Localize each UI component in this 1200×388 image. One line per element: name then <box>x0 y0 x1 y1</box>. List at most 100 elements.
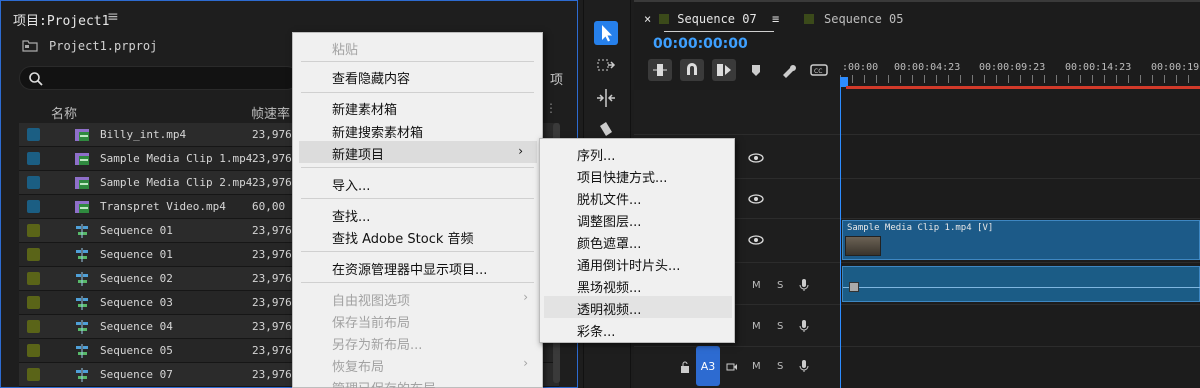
render-status-bar <box>846 86 1200 89</box>
menu-item-label: 查找... <box>332 210 371 225</box>
tab-label: Sequence 07 <box>677 12 757 26</box>
column-header-name[interactable]: 名称 <box>51 103 77 122</box>
solo-button[interactable]: S <box>777 361 783 372</box>
playhead-line[interactable] <box>840 86 841 388</box>
label-color-swatch[interactable] <box>27 248 40 261</box>
context-menu-item[interactable]: 查找 Adobe Stock 音频 <box>293 225 542 247</box>
item-name: Sequence 05 <box>100 344 173 357</box>
menu-separator <box>301 167 534 168</box>
tab-sequence-05[interactable]: Sequence 05 <box>804 12 903 26</box>
item-frame-rate: 23,976 <box>252 368 292 381</box>
context-menu-item[interactable]: 查看隐藏内容 <box>293 65 542 87</box>
menu-item-label: 自由视图选项 <box>332 294 411 309</box>
linked-selection-button[interactable] <box>712 59 736 81</box>
submenu-item[interactable]: 透明视频... <box>544 296 732 318</box>
context-menu-item[interactable]: 导入... <box>293 172 542 194</box>
captions-icon[interactable]: CC <box>810 62 828 78</box>
label-color-swatch[interactable] <box>27 176 40 189</box>
track-label: A3 <box>700 360 716 373</box>
eye-icon[interactable] <box>748 235 764 245</box>
insert-nest-button[interactable] <box>648 59 672 81</box>
video-clip-icon <box>75 201 89 213</box>
label-color-swatch[interactable] <box>27 200 40 213</box>
label-color-swatch[interactable] <box>27 368 40 381</box>
eye-icon[interactable] <box>748 153 764 163</box>
menu-item-label: 新建素材箱 <box>332 103 398 118</box>
label-color-swatch[interactable] <box>27 296 40 309</box>
item-name: Sample Media Clip 2.mp4 <box>100 176 253 189</box>
submenu-item[interactable]: 颜色遮罩... <box>540 230 734 252</box>
context-menu-item[interactable]: 新建素材箱 <box>293 96 542 118</box>
menu-item-label: 恢复布局 <box>332 360 385 375</box>
menu-item-label: 脱机文件... <box>577 193 642 208</box>
selection-tool-button[interactable] <box>594 21 618 45</box>
submenu-item[interactable]: 脱机文件... <box>540 186 734 208</box>
add-marker-icon[interactable] <box>747 62 765 78</box>
solo-button[interactable]: S <box>777 321 783 332</box>
label-color-swatch[interactable] <box>27 152 40 165</box>
project-tab-bar: 项目:Project1 ≡ <box>1 1 577 35</box>
snap-button[interactable] <box>680 59 704 81</box>
submenu-item[interactable]: 通用倒计时片头... <box>540 252 734 274</box>
column-header-frame-rate[interactable]: 帧速率 <box>251 103 290 122</box>
menu-item-label: 序列... <box>577 149 616 164</box>
solo-button[interactable]: S <box>777 280 783 291</box>
column-options-icon[interactable]: ⋮ <box>545 101 557 115</box>
time-ruler[interactable]: :00:00 00:00:04:23 00:00:09:23 00:00:14:… <box>840 59 1200 89</box>
item-frame-rate: 23,976 <box>252 296 292 309</box>
cursor-arrow-icon <box>602 25 612 42</box>
context-menu-item[interactable]: 查找... <box>293 203 542 225</box>
context-menu-item: 管理已保存的布局... <box>293 375 542 388</box>
ripple-edit-tool-button[interactable] <box>594 86 618 110</box>
wrench-icon[interactable] <box>780 62 798 78</box>
eye-icon[interactable] <box>748 194 764 204</box>
menu-item-label: 通用倒计时片头... <box>577 259 681 274</box>
panel-menu-icon[interactable]: ≡ <box>107 9 119 25</box>
sequence-icon <box>76 320 88 334</box>
project-panel-title[interactable]: 项目:Project1 <box>13 10 109 29</box>
audio-keyframe[interactable] <box>849 282 859 292</box>
label-color-swatch[interactable] <box>27 344 40 357</box>
timeline-audio-clip[interactable] <box>842 266 1200 302</box>
label-color-swatch[interactable] <box>27 128 40 141</box>
mute-button[interactable]: M <box>752 280 761 291</box>
label-color-swatch[interactable] <box>27 272 40 285</box>
microphone-icon[interactable] <box>799 359 809 373</box>
context-menu-item[interactable]: 新建项目 › <box>299 141 537 163</box>
close-tab-icon[interactable]: × <box>644 12 651 26</box>
sequence-color-swatch <box>804 14 814 24</box>
submenu-item[interactable]: 项目快捷方式... <box>540 164 734 186</box>
item-name: Sequence 01 <box>100 248 173 261</box>
video-clip-icon <box>75 177 89 189</box>
magnet-icon <box>687 63 697 75</box>
track-select-tool-button[interactable] <box>594 54 618 78</box>
context-menu-item: 另存为新布局... <box>293 331 542 353</box>
sequence-icon <box>76 344 88 358</box>
item-name: Sample Media Clip 1.mp4 <box>100 152 253 165</box>
label-color-swatch[interactable] <box>27 224 40 237</box>
context-menu-item[interactable]: 新建搜索素材箱 <box>293 119 542 141</box>
mute-button[interactable]: M <box>752 321 761 332</box>
linked-selection-icon <box>717 64 731 76</box>
label-color-swatch[interactable] <box>27 320 40 333</box>
submenu-item[interactable]: 调整图层... <box>540 208 734 230</box>
timeline-video-clip[interactable]: Sample Media Clip 1.mp4 [V] <box>842 220 1200 260</box>
lock-icon[interactable] <box>680 360 690 374</box>
project-search-input[interactable] <box>19 66 299 90</box>
context-menu-item[interactable]: 在资源管理器中显示项目... <box>293 256 542 278</box>
item-frame-rate: 23,976 <box>252 152 292 165</box>
tab-sequence-07[interactable]: × Sequence 07 ≡ <box>644 12 779 26</box>
tab-menu-icon[interactable]: ≡ <box>772 12 779 26</box>
menu-item-label: 黑场视频... <box>577 281 642 296</box>
playhead-timecode[interactable]: 00:00:00:00 <box>653 36 748 52</box>
microphone-icon[interactable] <box>799 319 809 333</box>
submenu-item[interactable]: 序列... <box>540 142 734 164</box>
voiceover-icon[interactable] <box>726 360 738 374</box>
track-target-a3[interactable]: A3 <box>696 346 720 386</box>
submenu-item[interactable]: 黑场视频... <box>540 274 734 296</box>
microphone-icon[interactable] <box>799 278 809 292</box>
item-name: Transpret Video.mp4 <box>100 200 226 213</box>
mute-button[interactable]: M <box>752 361 761 372</box>
submenu-item[interactable]: 彩条... <box>540 318 734 340</box>
menu-item-label: 彩条... <box>577 325 616 340</box>
